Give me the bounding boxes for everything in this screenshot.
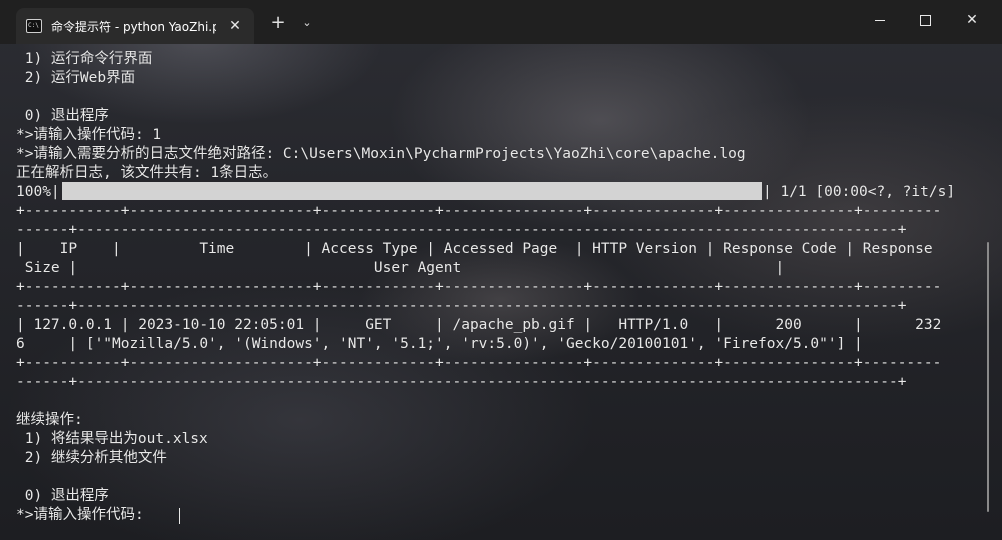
menu-option-export: 1) 将结果导出为out.xlsx [16,431,208,447]
prompt-op-code: *>请输入操作代码: 1 [16,127,162,143]
table-border-line: +-----------+---------------------+-----… [16,279,942,295]
table-border-line: ------+---------------------------------… [16,222,907,238]
progress-suffix: | 1/1 [00:00<?, ?it/s] [763,184,956,200]
progress-bar-fill [62,182,762,200]
progress-percent: 100%| [16,184,60,200]
terminal-output[interactable]: 1) 运行命令行界面 2) 运行Web界面 0) 退出程序 *>请输入操作代码:… [0,44,1002,540]
prompt-op-code-input[interactable]: *>请输入操作代码: [16,506,152,525]
table-border-line: ------+---------------------------------… [16,298,907,314]
table-data-row-wrap: 6 | ['"Mozilla/5.0', '(Windows', 'NT', '… [16,336,863,352]
menu-option-exit-2: 0) 退出程序 [16,488,109,504]
chevron-down-icon[interactable]: ⌄ [298,12,316,34]
table-border-line: +-----------+---------------------+-----… [16,203,942,219]
terminal-window: C:\ 命令提示符 - python YaoZhi.p ✕ + ⌄ ✕ 1) 运… [0,0,1002,540]
prompt-log-path: *>请输入需要分析的日志文件绝对路径: C:\Users\Moxin\Pycha… [16,146,746,162]
text-cursor [179,508,180,524]
tab-title: 命令提示符 - python YaoZhi.p [51,20,216,34]
cmd-icon: C:\ [26,19,42,33]
table-border-line: ------+---------------------------------… [16,374,907,390]
new-tab-icon[interactable]: + [268,12,288,34]
menu-option-cli: 1) 运行命令行界面 [16,51,153,67]
tab-command-prompt[interactable]: C:\ 命令提示符 - python YaoZhi.p ✕ [16,8,254,44]
table-header-row-wrap: Size | User Agent | [16,260,785,276]
close-window-button[interactable]: ✕ [950,4,994,36]
scrollbar[interactable] [987,242,989,512]
minimize-icon [875,19,885,21]
table-header-row: | IP | Time | Access Type | Accessed Pag… [16,241,933,257]
parsing-status: 正在解析日志, 该文件共有: 1条日志。 [16,165,278,181]
title-bar: C:\ 命令提示符 - python YaoZhi.p ✕ + ⌄ ✕ [0,0,1002,44]
table-data-row: | 127.0.0.1 | 2023-10-10 22:05:01 | GET … [16,317,942,333]
maximize-button[interactable] [903,4,947,36]
menu-option-analyze-other: 2) 继续分析其他文件 [16,450,167,466]
minimize-button[interactable] [858,4,902,36]
menu-option-web: 2) 运行Web界面 [16,70,136,86]
continue-heading: 继续操作: [16,412,83,428]
close-tab-icon[interactable]: ✕ [226,17,244,35]
table-border-line: +-----------+---------------------+-----… [16,355,942,371]
menu-option-exit: 0) 退出程序 [16,108,109,124]
maximize-icon [919,14,931,26]
